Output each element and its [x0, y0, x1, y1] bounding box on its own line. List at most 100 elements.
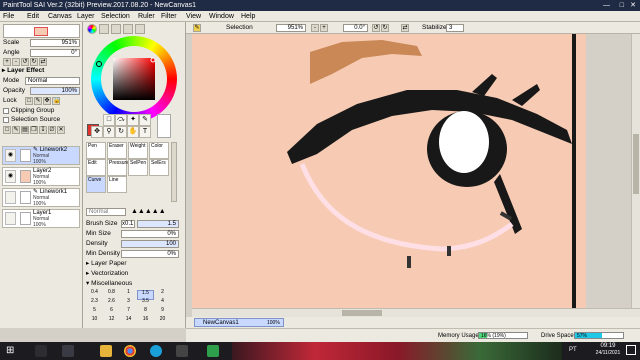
lock-transparency-icon[interactable]: □ [25, 97, 33, 105]
rotate-tool-icon[interactable]: ↻ [115, 126, 127, 138]
color-wheel[interactable] [91, 36, 177, 122]
brush-size-preset[interactable]: 16 [137, 317, 154, 327]
vertical-scrollbar[interactable] [631, 34, 640, 308]
flip-horizontal-icon[interactable]: ⇄ [401, 24, 409, 32]
layer-effect-header[interactable]: ▸ Layer Effect [2, 67, 44, 75]
flip-icon[interactable]: ⇄ [39, 58, 47, 66]
brush-list-scrollbar[interactable] [171, 142, 177, 202]
navigator-viewport[interactable] [34, 27, 48, 36]
lock-move-icon[interactable]: ✥ [43, 97, 51, 105]
delete-layer-icon[interactable]: ✕ [57, 126, 65, 134]
eyedropper-tool-icon[interactable]: ✎ [139, 114, 151, 126]
zoom-out-icon[interactable]: - [311, 24, 319, 32]
search-icon[interactable] [35, 345, 47, 357]
store-icon[interactable] [176, 345, 188, 357]
brush-size-preset[interactable]: 12 [103, 317, 120, 327]
rgb-slider-mode-icon[interactable] [99, 24, 109, 34]
brush-size-preset[interactable]: 10 [86, 317, 103, 327]
menu-ruler[interactable]: Ruler [138, 12, 155, 21]
new-layer-icon[interactable]: □ [3, 126, 11, 134]
zoom-tool-icon[interactable]: ⚲ [103, 126, 115, 138]
move-tool-icon[interactable]: ✥ [91, 126, 103, 138]
zoom-out-icon[interactable]: - [12, 58, 20, 66]
lasso-tool-icon[interactable]: ⤼ [115, 114, 127, 126]
menu-view[interactable]: View [186, 12, 201, 21]
start-button-icon[interactable]: ⊞ [6, 345, 14, 356]
palette-mode-icon[interactable] [123, 24, 133, 34]
file-explorer-icon[interactable] [100, 345, 112, 357]
brush-pressure[interactable]: Pressure [107, 159, 129, 176]
rotate-left-icon[interactable]: ↺ [372, 24, 380, 32]
zoom-field[interactable]: 951% [276, 24, 306, 32]
menu-canvas[interactable]: Canvas [48, 12, 72, 21]
minimize-button[interactable]: — [603, 0, 610, 11]
layer-paper-section[interactable]: ▸ Layer Paper [86, 260, 127, 268]
opacity-slider[interactable]: 100% [30, 87, 80, 95]
color-wheel-mode-icon[interactable] [87, 24, 97, 34]
doc-tab-newcanvas1[interactable]: NewCanvas1 100% [194, 318, 284, 327]
brush-shape-selector[interactable]: ▲▲▲▲▲ [129, 208, 179, 216]
clock-time[interactable]: 09:19 [594, 343, 622, 350]
brush-size-preset[interactable]: 14 [120, 317, 137, 327]
visibility-eye-icon[interactable]: ◉ [5, 149, 16, 162]
vectorization-section[interactable]: ▸ Vectorization [86, 270, 128, 278]
brush-color[interactable]: Color [149, 142, 169, 159]
new-folder-icon[interactable]: ▤ [21, 126, 29, 134]
lock-all-icon[interactable]: 🔒 [52, 97, 60, 105]
rotate-right-icon[interactable]: ↻ [30, 58, 38, 66]
task-view-icon[interactable] [62, 345, 74, 357]
brush-selers[interactable]: SelErs [149, 159, 169, 176]
lock-paint-icon[interactable]: ✎ [34, 97, 42, 105]
density-slider[interactable]: 100 [121, 240, 179, 248]
scale-field[interactable]: 951% [30, 39, 80, 47]
magic-wand-tool-icon[interactable]: ✦ [127, 114, 139, 126]
drawing-canvas[interactable] [192, 34, 586, 308]
brush-size-slider[interactable]: 1.5 [137, 220, 179, 228]
text-tool-icon[interactable]: T [139, 126, 151, 138]
chrome-icon[interactable] [124, 345, 136, 357]
navigator-preview[interactable] [3, 24, 80, 38]
zoom-in-icon[interactable]: + [320, 24, 328, 32]
brush-curve[interactable]: Curve [86, 176, 106, 193]
new-linework-icon[interactable]: ✎ [12, 126, 20, 134]
hsv-slider-mode-icon[interactable] [111, 24, 121, 34]
min-density-slider[interactable]: 0% [121, 250, 179, 258]
layer-item-linework2[interactable]: ◉ ✎ Linework2 Normal 100% [2, 146, 80, 165]
miscellaneous-section[interactable]: ▾ Miscellaneous [86, 280, 132, 288]
layer-item-layer2[interactable]: ◉ Layer2 Normal 100% [2, 167, 80, 186]
visibility-eye-icon[interactable] [5, 212, 16, 225]
brush-selpen[interactable]: SelPen [128, 159, 148, 176]
menu-selection[interactable]: Selection [101, 12, 130, 21]
language-indicator[interactable]: PT [569, 347, 577, 353]
layer-item-layer1[interactable]: Layer1 Normal 100% [2, 209, 80, 228]
brush-blend-select[interactable]: Normal [86, 208, 126, 216]
angle-field[interactable]: 0.0° [343, 24, 368, 32]
rotate-left-icon[interactable]: ↺ [21, 58, 29, 66]
menu-help[interactable]: Help [241, 12, 255, 21]
blend-mode-select[interactable]: Normal [25, 77, 80, 85]
min-size-slider[interactable]: 0% [121, 230, 179, 238]
selection-toggle-icon[interactable]: ✎ [193, 24, 201, 32]
brush-shape-icon[interactable]: ▲▲▲▲▲ [131, 208, 166, 216]
brush-pen[interactable]: Pen [86, 142, 106, 159]
stabilizer-select[interactable]: 3 [446, 24, 464, 32]
clock-date[interactable]: 24/11/2021 [594, 350, 622, 357]
selection-source-checkbox[interactable] [3, 117, 9, 123]
menu-file[interactable]: File [3, 12, 14, 21]
brush-edit[interactable]: Edit [86, 159, 106, 176]
brush-size-multiplier[interactable]: x0.1 [121, 220, 135, 228]
edge-icon[interactable] [150, 345, 162, 357]
menu-window[interactable]: Window [209, 12, 234, 21]
menu-edit[interactable]: Edit [27, 12, 39, 21]
brush-weight[interactable]: Weight [128, 142, 148, 159]
merge-down-icon[interactable]: ↧ [39, 126, 47, 134]
paint-tool-sai-icon[interactable] [207, 345, 219, 357]
clear-layer-icon[interactable]: ∅ [48, 126, 56, 134]
zoom-in-icon[interactable]: + [3, 58, 11, 66]
menu-filter[interactable]: Filter [161, 12, 177, 21]
brush-eraser[interactable]: Eraser [107, 142, 127, 159]
menu-layer[interactable]: Layer [77, 12, 95, 21]
brush-size-preset[interactable]: 20 [154, 317, 171, 327]
rotate-right-icon[interactable]: ↻ [381, 24, 389, 32]
scratchpad-mode-icon[interactable] [135, 24, 145, 34]
